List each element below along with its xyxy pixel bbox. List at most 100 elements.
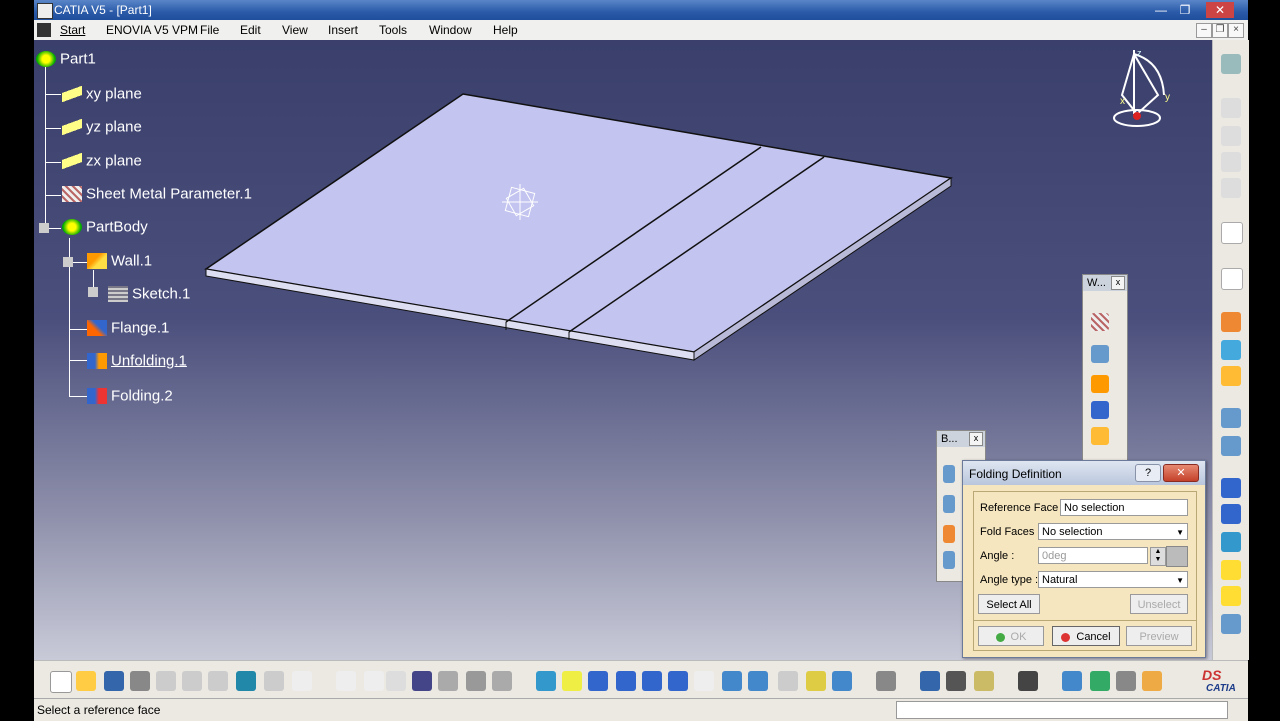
render-style-icon[interactable] xyxy=(778,671,798,691)
normal-view-icon[interactable] xyxy=(694,671,714,691)
list-icon[interactable] xyxy=(492,671,512,691)
bending-toolbar-close[interactable]: x xyxy=(969,432,983,446)
dialog-close-button[interactable]: ✕ xyxy=(1163,464,1199,482)
iso-view-icon[interactable] xyxy=(748,671,768,691)
angle-measure-icon[interactable] xyxy=(1166,546,1188,567)
analysis-icon-c[interactable] xyxy=(1116,671,1136,691)
tree-item-flange[interactable]: Flange.1 xyxy=(87,319,169,337)
select-arrow-icon[interactable] xyxy=(1221,222,1243,244)
extrusion-icon[interactable] xyxy=(1091,427,1109,445)
face-icon-f[interactable] xyxy=(1221,614,1241,634)
rib-icon[interactable] xyxy=(1221,366,1241,386)
menu-tools[interactable]: Tools xyxy=(379,23,407,37)
new-icon[interactable] xyxy=(50,671,72,693)
workbench-icon-c[interactable] xyxy=(974,671,994,691)
table-icon[interactable] xyxy=(412,671,432,691)
save-icon[interactable] xyxy=(104,671,124,691)
analysis-icon-d[interactable] xyxy=(1142,671,1162,691)
catalog-icon[interactable] xyxy=(438,671,458,691)
wall-collapse-toggle[interactable] xyxy=(63,257,73,267)
angle-field[interactable]: 0deg xyxy=(1038,547,1148,564)
sheet-top-face[interactable] xyxy=(204,93,953,353)
wall-on-edge-icon[interactable] xyxy=(1091,401,1109,419)
hole-icon[interactable] xyxy=(1221,312,1241,332)
workbench-icon-b[interactable] xyxy=(946,671,966,691)
menu-window[interactable]: Window xyxy=(429,23,472,37)
help-button[interactable]: ? xyxy=(1135,464,1161,482)
tree-item-folding[interactable]: Folding.2 xyxy=(87,387,173,405)
restore-button[interactable]: ❐ xyxy=(1174,2,1196,18)
transform-icon-a[interactable] xyxy=(1221,408,1241,428)
zoom-out-icon[interactable] xyxy=(668,671,688,691)
tool-icon-a[interactable] xyxy=(1221,98,1241,118)
angle-type-dropdown[interactable]: Natural ▼ xyxy=(1038,571,1188,588)
view-cube-icon[interactable] xyxy=(722,671,742,691)
tree-item-sketch[interactable]: Sketch.1 xyxy=(108,285,190,303)
undo-icon[interactable] xyxy=(236,671,256,691)
tree-item-yz-plane[interactable]: yz plane xyxy=(62,118,142,136)
power-input-field[interactable] xyxy=(896,701,1228,719)
walls-toolbar-header[interactable]: W... x xyxy=(1083,275,1127,291)
catia-app-icon[interactable] xyxy=(37,3,53,19)
menu-help[interactable]: Help xyxy=(493,23,518,37)
face-icon-b[interactable] xyxy=(1221,504,1241,524)
menu-start[interactable]: Start xyxy=(60,23,85,37)
analysis-icon-a[interactable] xyxy=(1062,671,1082,691)
menu-view[interactable]: View xyxy=(282,23,308,37)
menu-edit[interactable]: Edit xyxy=(240,23,261,37)
point-mapping-icon[interactable] xyxy=(943,551,955,569)
zoom-in-icon[interactable] xyxy=(642,671,662,691)
close-button[interactable]: ✕ xyxy=(1206,2,1234,18)
fold-icon[interactable] xyxy=(943,525,955,543)
tool-icon-c[interactable] xyxy=(1221,152,1241,172)
whats-this-icon[interactable] xyxy=(292,671,312,691)
bending-toolbar-header[interactable]: B... x xyxy=(937,431,985,447)
sketch-expand-toggle[interactable] xyxy=(88,287,98,297)
menu-enovia[interactable]: ENOVIA V5 VPM xyxy=(106,23,198,37)
tool-icon-b[interactable] xyxy=(1221,126,1241,146)
update-icon[interactable] xyxy=(876,671,896,691)
angle-spinner[interactable]: ▲ ▼ xyxy=(1150,547,1166,566)
reference-face-field[interactable]: No selection xyxy=(1060,499,1188,516)
menu-file[interactable]: File xyxy=(200,23,219,37)
formula-icon[interactable] xyxy=(336,671,356,691)
knowledge-icon[interactable] xyxy=(364,671,384,691)
copy-icon[interactable] xyxy=(182,671,202,691)
doc-close-button[interactable]: × xyxy=(1228,23,1244,38)
select-all-button[interactable]: Select All xyxy=(978,594,1040,614)
capture-icon[interactable] xyxy=(1018,671,1038,691)
tree-item-wall[interactable]: Wall.1 xyxy=(87,252,152,270)
wall-tool-icon[interactable] xyxy=(1091,375,1109,393)
tree-item-sheet-metal-parameter[interactable]: Sheet Metal Parameter.1 xyxy=(62,185,252,203)
compass-icon[interactable] xyxy=(1113,50,1165,127)
unfold-icon[interactable] xyxy=(943,495,955,513)
fit-all-icon[interactable] xyxy=(562,671,582,691)
face-icon-e[interactable] xyxy=(1221,586,1241,606)
fold-faces-dropdown[interactable]: No selection ▼ xyxy=(1038,523,1188,540)
dialog-title-bar[interactable]: Folding Definition ? ✕ xyxy=(963,461,1205,485)
sketch-tool-icon[interactable] xyxy=(1221,268,1243,290)
tree-item-xy-plane[interactable]: xy plane xyxy=(62,85,142,103)
doc-restore-button[interactable]: ❐ xyxy=(1212,23,1228,38)
workbench-icon-a[interactable] xyxy=(920,671,940,691)
unselect-button[interactable]: Unselect xyxy=(1130,594,1188,614)
law-icon[interactable] xyxy=(386,671,406,691)
tree-item-zx-plane[interactable]: zx plane xyxy=(62,152,142,170)
paste-icon[interactable] xyxy=(208,671,228,691)
sheet-metal-parameters-icon[interactable] xyxy=(1091,313,1109,331)
analysis-icon-b[interactable] xyxy=(1090,671,1110,691)
face-icon-d[interactable] xyxy=(1221,560,1241,580)
doc-minimize-button[interactable]: – xyxy=(1196,23,1212,38)
walls-recognition-icon[interactable] xyxy=(1091,345,1109,363)
redo-icon[interactable] xyxy=(264,671,284,691)
pocket-icon[interactable] xyxy=(1221,340,1241,360)
fly-mode-icon[interactable] xyxy=(536,671,556,691)
cut-icon[interactable] xyxy=(156,671,176,691)
open-icon[interactable] xyxy=(76,671,96,691)
menu-insert[interactable]: Insert xyxy=(328,23,358,37)
tree-root-part1[interactable]: Part1 xyxy=(36,50,96,68)
tree-item-unfolding[interactable]: Unfolding.1 xyxy=(87,352,187,370)
measure-icon[interactable] xyxy=(466,671,486,691)
face-icon-c[interactable] xyxy=(1221,532,1241,552)
partbody-collapse-toggle[interactable] xyxy=(39,223,49,233)
